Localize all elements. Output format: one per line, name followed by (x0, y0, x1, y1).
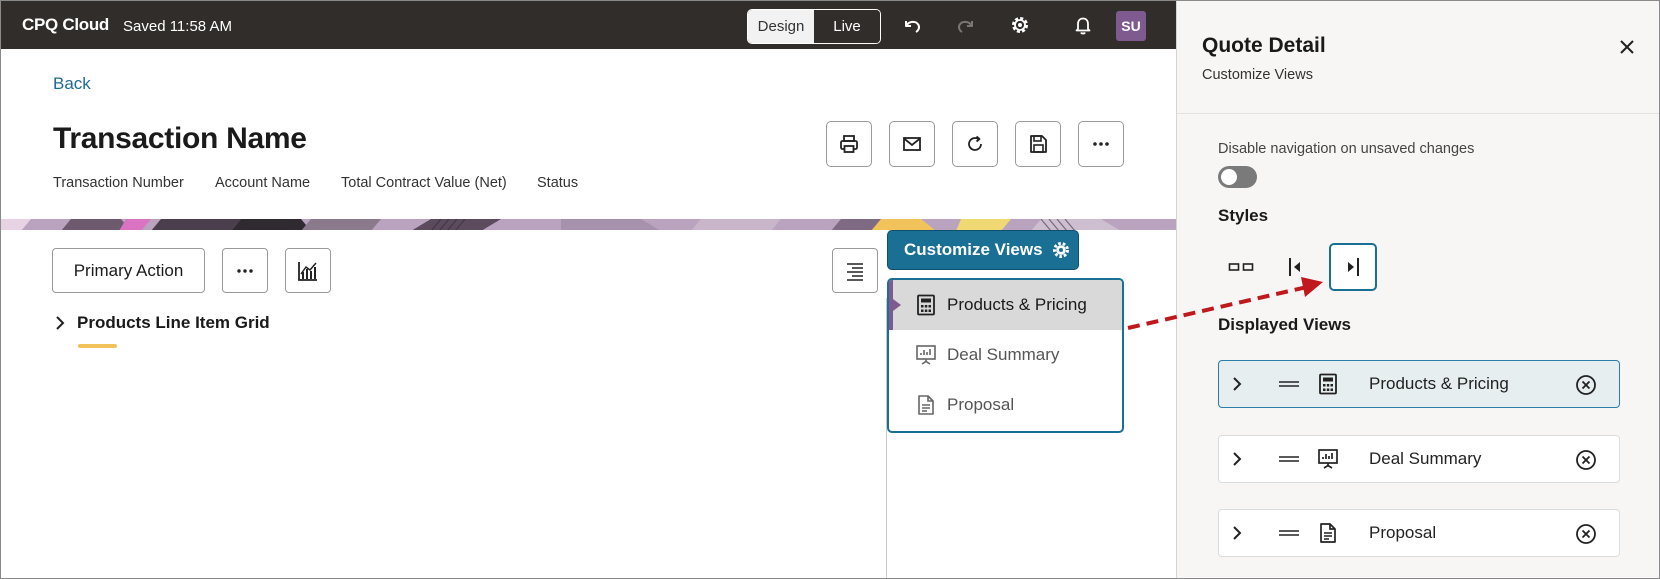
page-title: Transaction Name (53, 122, 307, 155)
account-name-label: Account Name (215, 175, 311, 191)
displayed-views-heading: Displayed Views (1218, 315, 1351, 334)
user-avatar[interactable]: SU (1116, 11, 1146, 41)
primary-action-button[interactable]: Primary Action (52, 248, 205, 293)
view-item-deal-summary[interactable]: Deal Summary (889, 330, 1122, 380)
save-icon (1027, 133, 1049, 155)
presentation-icon (1316, 447, 1340, 471)
customize-views-label: Customize Views (904, 240, 1043, 259)
print-button[interactable] (826, 121, 872, 167)
app-window: CPQ Cloud Saved 11:58 AM Design Live SU … (0, 0, 1660, 579)
back-link[interactable]: Back (53, 74, 91, 94)
mode-toggle: Design Live (747, 9, 881, 44)
displayed-view-row[interactable]: Deal Summary (1218, 435, 1620, 483)
panel-subtitle: Customize Views (1202, 67, 1313, 83)
displayed-view-label: Products & Pricing (1369, 374, 1509, 393)
remove-circle-icon[interactable] (1574, 448, 1598, 472)
more-options-button[interactable] (222, 248, 268, 293)
style-option-tabs[interactable] (1217, 243, 1265, 291)
switch-knob (1221, 169, 1237, 185)
remove-circle-icon[interactable] (1574, 522, 1598, 546)
calculator-icon (915, 294, 937, 316)
transaction-number-label: Transaction Number (53, 175, 184, 191)
tabs-horizontal-icon (1228, 260, 1254, 274)
gear-icon[interactable] (1008, 13, 1032, 37)
displayed-view-label: Deal Summary (1369, 449, 1482, 468)
email-button[interactable] (889, 121, 935, 167)
chevron-right-icon[interactable] (1227, 374, 1247, 394)
view-label: Deal Summary (947, 345, 1060, 364)
align-button[interactable] (832, 248, 878, 293)
panel-header: Quote Detail Customize Views (1177, 1, 1659, 114)
chevron-right-icon[interactable] (53, 315, 67, 331)
refresh-button[interactable] (952, 121, 998, 167)
style-option-left-panel[interactable] (1271, 243, 1319, 291)
email-icon (901, 133, 923, 155)
align-right-icon (843, 259, 867, 283)
more-icon (1090, 133, 1112, 155)
calculator-icon (1316, 372, 1340, 396)
remove-circle-icon[interactable] (1574, 373, 1598, 397)
displayed-view-row[interactable]: Proposal (1218, 509, 1620, 557)
customize-views-button[interactable]: Customize Views (888, 231, 1078, 269)
design-mode-button[interactable]: Design (748, 10, 814, 43)
drag-handle-icon[interactable] (1277, 448, 1301, 470)
products-grid-row[interactable]: Products Line Item Grid (53, 311, 270, 335)
panel-right-icon (1344, 256, 1362, 278)
nav-toggle-switch[interactable] (1218, 166, 1257, 188)
header-banner (1, 218, 1176, 230)
views-panel: Products & Pricing Deal Summary Proposal (887, 278, 1124, 433)
gear-icon (1051, 240, 1071, 260)
more-actions-button[interactable] (1078, 121, 1124, 167)
chevron-right-icon[interactable] (1227, 449, 1247, 469)
close-icon[interactable] (1617, 37, 1637, 57)
drag-handle-icon[interactable] (1277, 522, 1301, 544)
nav-toggle-label: Disable navigation on unsaved changes (1218, 141, 1475, 157)
live-mode-button[interactable]: Live (814, 10, 880, 43)
presentation-icon (915, 344, 937, 366)
saved-status: Saved 11:58 AM (123, 18, 232, 35)
chevron-right-icon[interactable] (1227, 523, 1247, 543)
drag-handle-icon[interactable] (1277, 373, 1301, 395)
save-button[interactable] (1015, 121, 1061, 167)
quote-detail-panel: Quote Detail Customize Views Disable nav… (1176, 1, 1659, 578)
panel-left-icon (1286, 256, 1304, 278)
undo-icon[interactable] (900, 13, 924, 37)
displayed-view-label: Proposal (1369, 523, 1437, 542)
view-label: Proposal (947, 395, 1015, 414)
print-icon (838, 133, 860, 155)
grid-title: Products Line Item Grid (77, 313, 270, 332)
more-icon (235, 261, 255, 281)
view-item-proposal[interactable]: Proposal (889, 380, 1122, 430)
total-contract-value-label: Total Contract Value (Net) (341, 175, 507, 191)
styles-heading: Styles (1218, 206, 1269, 225)
status-label: Status (537, 175, 579, 191)
redo-icon[interactable] (954, 13, 978, 37)
grid-underline (78, 344, 117, 348)
displayed-view-row[interactable]: Products & Pricing (1218, 360, 1620, 408)
active-indicator (893, 299, 901, 311)
style-option-right-panel[interactable] (1329, 243, 1377, 291)
bell-icon[interactable] (1071, 13, 1095, 37)
document-icon (1316, 521, 1340, 545)
document-icon (915, 394, 937, 416)
view-item-products-pricing[interactable]: Products & Pricing (889, 280, 1122, 330)
panel-title: Quote Detail (1202, 34, 1326, 57)
view-label: Products & Pricing (947, 295, 1087, 314)
chart-icon (296, 259, 320, 283)
refresh-icon (964, 133, 986, 155)
top-bar: CPQ Cloud Saved 11:58 AM Design Live SU (1, 1, 1176, 49)
chart-button[interactable] (285, 248, 331, 293)
app-title[interactable]: CPQ Cloud (22, 15, 109, 35)
